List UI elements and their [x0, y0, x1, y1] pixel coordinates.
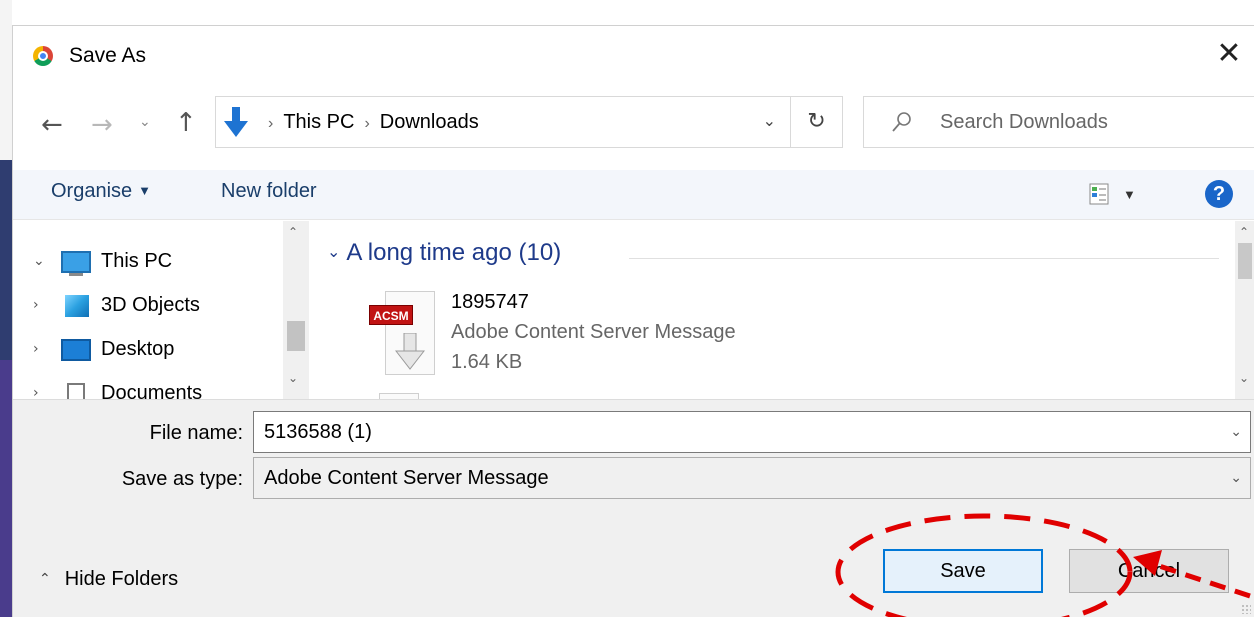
navigation-pane-scrollbar[interactable]: ⌃ ⌄ — [283, 221, 309, 399]
cancel-button[interactable]: Cancel — [1069, 549, 1229, 593]
tree-item-3d-objects[interactable]: › 3D Objects — [13, 283, 283, 327]
file-name-value: 5136588 (1) — [264, 421, 372, 443]
address-bar[interactable]: › This PC › Downloads ⌄ — [215, 96, 791, 148]
cube-icon — [65, 295, 89, 317]
scroll-up-icon[interactable]: ⌃ — [1239, 225, 1249, 239]
tree-item-documents[interactable]: › Documents — [13, 371, 283, 399]
scroll-up-icon[interactable]: ⌃ — [288, 225, 298, 239]
save-button[interactable]: Save — [883, 549, 1043, 593]
group-chevron-icon[interactable]: ⌄ — [327, 242, 340, 261]
recent-locations-chevron-icon[interactable]: ⌄ — [139, 114, 151, 130]
background-app-band-lower — [0, 360, 12, 617]
tree-item-label: This PC — [101, 250, 173, 272]
tree-item-desktop[interactable]: › Desktop — [13, 327, 283, 371]
address-dropdown-chevron-icon[interactable]: ⌄ — [763, 111, 776, 130]
title-bar[interactable]: Save As ✕ — [13, 26, 1254, 86]
scroll-thumb[interactable] — [287, 321, 305, 351]
computer-icon — [61, 251, 91, 276]
chrome-icon — [33, 46, 53, 66]
breadcrumb-downloads[interactable]: Downloads — [380, 111, 479, 133]
download-arrow-icon — [395, 333, 425, 370]
file-size: 1.64 KB — [451, 351, 523, 373]
file-name-label: File name: — [149, 422, 243, 444]
file-name: 1895747 — [451, 291, 529, 313]
resize-grip-icon[interactable] — [1241, 604, 1251, 614]
tree-item-label: Documents — [101, 382, 203, 399]
window-title: Save As — [69, 44, 147, 67]
tree-item-label: 3D Objects — [101, 294, 200, 316]
save-as-type-dropdown-icon[interactable]: ⌄ — [1230, 458, 1242, 498]
command-bar: Organise ▼ New folder ▼ ? — [13, 170, 1254, 220]
search-icon — [892, 112, 911, 132]
desktop-icon — [61, 339, 91, 361]
save-as-type-label: Save as type: — [121, 468, 243, 490]
scroll-down-icon[interactable]: ⌄ — [1239, 371, 1249, 385]
forward-arrow-icon[interactable]: → — [91, 110, 113, 140]
file-name-field[interactable]: 5136588 (1) ⌄ — [253, 411, 1251, 453]
save-as-type-value: Adobe Content Server Message — [264, 467, 549, 489]
breadcrumb-this-pc[interactable]: This PC — [283, 111, 354, 133]
acsm-file-icon: ACSM — [369, 291, 435, 375]
scroll-thumb[interactable] — [1238, 243, 1252, 279]
organise-button[interactable]: Organise ▼ — [51, 180, 151, 203]
breadcrumb: › This PC › Downloads — [258, 97, 479, 147]
file-name-dropdown-icon[interactable]: ⌄ — [1230, 412, 1242, 452]
collapsed-chevron-icon[interactable]: › — [33, 283, 39, 327]
up-arrow-icon[interactable]: ↑ — [175, 108, 197, 138]
save-options-panel: File name: 5136588 (1) ⌄ Save as type: A… — [13, 399, 1254, 617]
expanded-chevron-icon[interactable]: ⌄ — [33, 239, 45, 283]
downloads-arrow-icon — [224, 107, 248, 137]
search-placeholder: Search Downloads — [940, 111, 1108, 133]
back-arrow-icon[interactable]: ← — [41, 110, 63, 140]
scroll-down-icon[interactable]: ⌄ — [288, 371, 298, 385]
breadcrumb-separator: › — [268, 115, 274, 132]
tree-item-this-pc[interactable]: ⌄ This PC — [13, 239, 283, 283]
search-input[interactable]: Search Downloads — [863, 96, 1254, 148]
save-as-dialog: Save As ✕ ← → ⌄ ↑ › This PC › Downloads ⌄ ↻… — [12, 25, 1254, 617]
hide-folders-label: Hide Folders — [64, 568, 179, 590]
view-options-icon[interactable] — [1089, 183, 1109, 205]
tree-item-label: Desktop — [101, 338, 175, 360]
document-icon — [67, 383, 85, 399]
help-icon[interactable]: ? — [1205, 180, 1233, 208]
file-list: ⌄ A long time ago (10) ACSM 1895747 Adobe… — [311, 221, 1235, 399]
organise-label: Organise — [51, 180, 133, 202]
file-list-scrollbar[interactable]: ⌃ ⌄ — [1235, 221, 1254, 399]
collapsed-chevron-icon[interactable]: › — [33, 327, 39, 371]
close-icon[interactable]: ✕ — [1213, 38, 1245, 70]
new-folder-button[interactable]: New folder — [221, 180, 317, 203]
refresh-button[interactable]: ↻ — [791, 96, 843, 148]
file-type: Adobe Content Server Message — [451, 321, 736, 343]
group-label: A long time ago (10) — [346, 239, 562, 266]
view-dropdown-caret-icon[interactable]: ▼ — [1123, 187, 1136, 202]
file-item[interactable]: ACSM 1895747 Adobe Content Server Messag… — [349, 289, 849, 389]
group-divider — [629, 258, 1219, 259]
collapsed-chevron-icon[interactable]: › — [33, 371, 39, 399]
breadcrumb-separator: › — [364, 115, 370, 132]
chevron-up-icon: ⌃ — [39, 571, 51, 587]
acsm-badge: ACSM — [369, 305, 413, 325]
group-header[interactable]: ⌄ A long time ago (10) — [327, 239, 561, 267]
save-as-type-select[interactable]: Adobe Content Server Message ⌄ — [253, 457, 1251, 499]
navigation-pane: ⌄ This PC › 3D Objects › Desktop › Docum… — [13, 221, 311, 399]
hide-folders-button[interactable]: ⌃ Hide Folders — [39, 568, 178, 591]
caret-down-icon: ▼ — [138, 183, 152, 198]
